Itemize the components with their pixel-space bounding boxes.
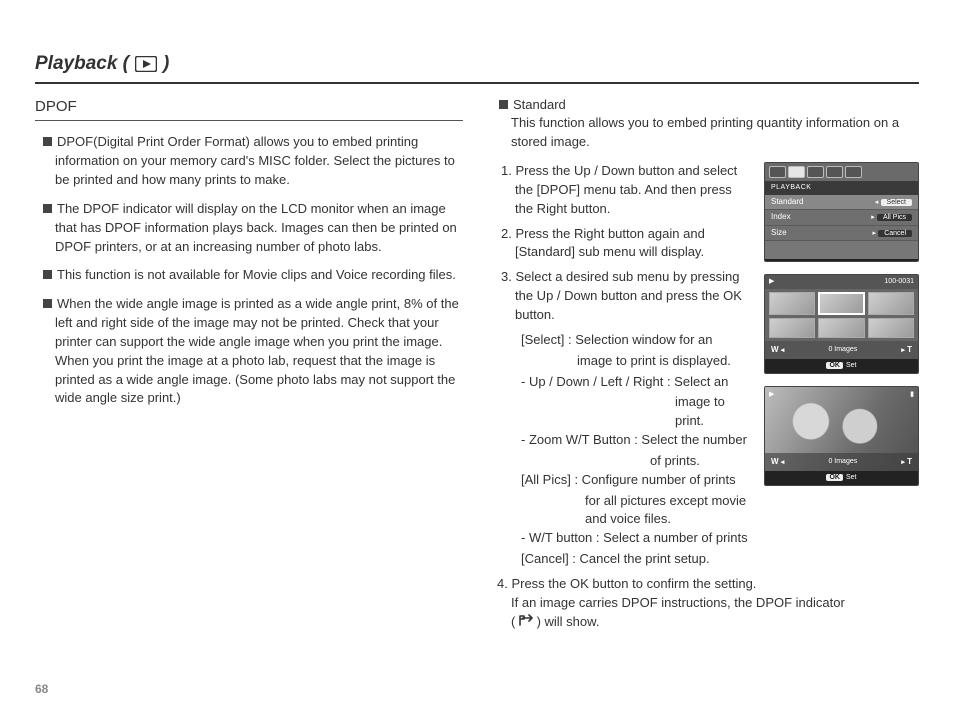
menu-tabs — [765, 163, 918, 181]
menu-row-size: Size ▸ Cancel — [765, 226, 918, 241]
thumbs-header: ▶ 100-0031 — [765, 275, 918, 289]
step-2: 2. Press the Right button again and [Sta… — [495, 225, 752, 263]
step3-allpics-line1: [All Pics] : Configure number of prints — [495, 471, 752, 490]
bullet-icon — [43, 267, 57, 282]
photo-footer: OKSet — [765, 471, 918, 485]
tab-icon — [845, 166, 862, 178]
thumbnail — [769, 292, 815, 314]
thumbnail — [868, 292, 914, 314]
bullet-item: When the wide angle image is printed as … — [43, 295, 463, 408]
step-4: 4. Press the OK button to confirm the se… — [491, 575, 919, 594]
ok-badge: OK — [826, 362, 843, 369]
thumbnail — [769, 318, 815, 338]
playback-small-icon: ▶ — [769, 277, 774, 287]
camera-photo-screen: ▶ ▮ W ◂ 0 Images ▸ T OKSet — [764, 386, 919, 486]
thumbs-footer: OKSet — [765, 359, 918, 373]
step3-select-line2: image to print is displayed. — [495, 352, 752, 371]
menu-row-index: Index ▸ All Pics — [765, 210, 918, 225]
page-title: Playback ( ) — [35, 50, 919, 84]
photo-header: ▶ ▮ — [769, 390, 914, 400]
bullet-item: DPOF(Digital Print Order Format) allows … — [43, 133, 463, 190]
step3-wt: - W/T button : Select a number of prints — [495, 529, 752, 548]
bullet-icon — [43, 296, 57, 311]
playback-small-icon: ▶ — [769, 390, 774, 400]
image-count: 0 Images — [828, 457, 857, 467]
thumbnail — [818, 318, 864, 338]
bullet-icon — [499, 97, 513, 112]
bullet-text: This function is not available for Movie… — [57, 267, 456, 282]
camera-thumbnails-screen: ▶ 100-0031 W ◂ 0 Images ▸ T — [764, 274, 919, 374]
step3-zoom-line1: - Zoom W/T Button : Select the number — [495, 431, 752, 450]
battery-icon: ▮ — [910, 390, 914, 400]
image-counter: 100-0031 — [884, 277, 914, 287]
left-column: DPOF DPOF(Digital Print Order Format) al… — [35, 96, 463, 632]
wt-row: W ◂ 0 Images ▸ T — [765, 341, 918, 359]
section-heading: DPOF — [35, 96, 463, 122]
bullet-text: When the wide angle image is printed as … — [55, 296, 459, 405]
step-4b: If an image carries DPOF instructions, t… — [491, 594, 919, 613]
image-count: 0 Images — [828, 345, 857, 355]
thumbnail — [868, 318, 914, 338]
bullet-item: The DPOF indicator will display on the L… — [43, 200, 463, 257]
step3-cancel: [Cancel] : Cancel the print setup. — [495, 550, 752, 569]
thumbs-grid — [765, 289, 918, 341]
step-1: 1. Press the Up / Down button and select… — [495, 162, 752, 219]
step3-zoom-line2: of prints. — [495, 452, 752, 471]
step-4c: ( ) will show. — [491, 613, 919, 632]
playback-icon — [135, 56, 157, 72]
camera-menu-screen: PLAYBACK Standard ◂ Select Index ▸ All P… — [764, 162, 919, 262]
step-3: 3. Select a desired sub menu by pressing… — [495, 268, 752, 325]
tab-icon — [807, 166, 824, 178]
bullet-item: This function is not available for Movie… — [43, 266, 463, 285]
bullet-text: The DPOF indicator will display on the L… — [55, 201, 457, 254]
right-column: Standard This function allows you to emb… — [491, 96, 919, 632]
tab-icon-active — [788, 166, 805, 178]
tab-icon — [826, 166, 843, 178]
bullet-text: DPOF(Digital Print Order Format) allows … — [55, 134, 455, 187]
page-number: 68 — [35, 681, 48, 698]
step3-allpics-line3: and voice files. — [495, 510, 752, 529]
tab-icon — [769, 166, 786, 178]
standard-desc: This function allows you to embed printi… — [491, 114, 919, 152]
dpof-indicator-icon — [519, 613, 533, 632]
title-suffix: ) — [163, 50, 169, 78]
standard-heading: Standard — [499, 96, 919, 115]
thumbnail-selected — [818, 292, 864, 314]
bullet-icon — [43, 201, 57, 216]
title-prefix: Playback ( — [35, 50, 129, 78]
wt-row: W ◂ 0 Images ▸ T — [765, 453, 918, 471]
menu-title: PLAYBACK — [765, 181, 918, 195]
step3-select-line1: [Select] : Selection window for an — [495, 331, 752, 350]
steps: 1. Press the Up / Down button and select… — [491, 162, 752, 571]
step3-updown-line1: - Up / Down / Left / Right : Select an — [495, 373, 752, 392]
step3-allpics-line2: for all pictures except movie — [495, 492, 752, 511]
camera-screens: PLAYBACK Standard ◂ Select Index ▸ All P… — [764, 162, 919, 571]
menu-footer: ◂ Back OKSet — [765, 259, 918, 262]
menu-row-standard: Standard ◂ Select — [765, 195, 918, 210]
bullet-icon — [43, 134, 57, 149]
ok-badge: OK — [826, 474, 843, 481]
step3-updown-line2: image to print. — [495, 393, 752, 431]
